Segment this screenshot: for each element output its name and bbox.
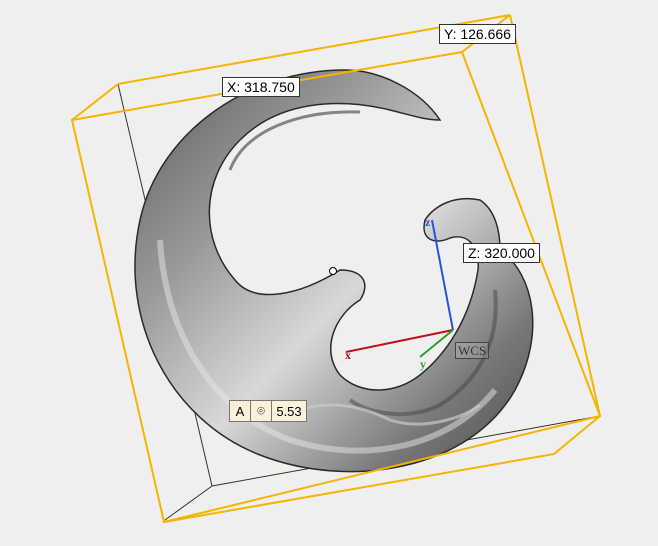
y-axis-label: y: [420, 357, 426, 371]
concentricity-icon: ⌾: [251, 401, 272, 421]
feature-control-frame[interactable]: A ⌾ 5.53: [229, 400, 307, 422]
wcs-label: WCS: [455, 342, 490, 359]
scene-canvas[interactable]: [0, 0, 658, 546]
z-axis-label: z: [425, 215, 431, 229]
z-dimension-label: Z: 320.000: [463, 243, 540, 263]
x-dimension-label: X: 318.750: [222, 77, 300, 97]
spiral-part-model[interactable]: [134, 69, 534, 473]
x-axis-line: [345, 329, 454, 353]
selection-point[interactable]: [329, 267, 337, 275]
y-dimension-label: Y: 126.666: [439, 24, 516, 44]
3d-viewport[interactable]: X: 318.750 Y: 126.666 Z: 320.000 x y z W…: [0, 0, 658, 546]
datum-letter: A: [230, 401, 251, 421]
tolerance-value: 5.53: [276, 403, 302, 419]
x-axis-label: x: [345, 348, 351, 362]
